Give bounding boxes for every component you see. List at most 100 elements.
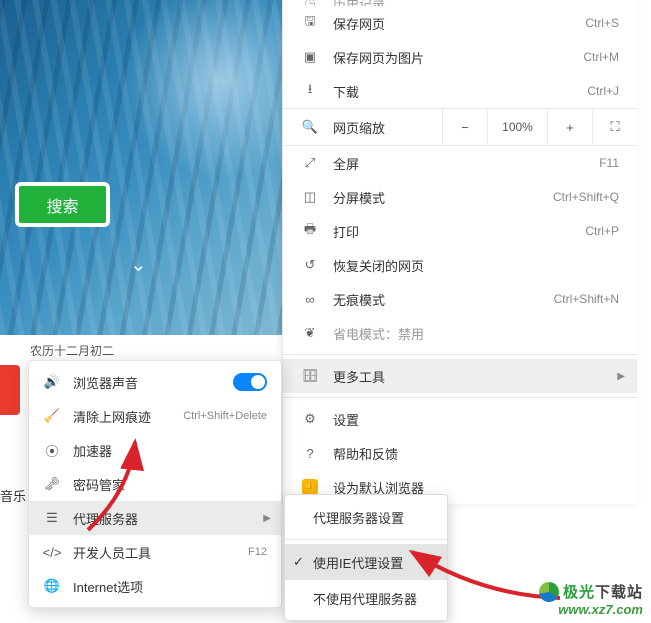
menu-label: 保存网页: [333, 14, 585, 33]
menu-shortcut: Ctrl+M: [583, 50, 619, 64]
menu-label: 恢复关闭的网页: [333, 256, 619, 275]
menu-shortcut: Ctrl+Shift+N: [554, 292, 619, 306]
menu-item-zoom: 🔍 网页缩放 − 100% + ⛶: [283, 108, 637, 146]
menu-shortcut: Ctrl+P: [585, 224, 619, 238]
lunar-date-text: 农历十二月初二: [30, 342, 114, 359]
menu-item-save-page[interactable]: 🖫 保存网页 Ctrl+S: [283, 6, 637, 40]
menu-label: 下载: [333, 82, 587, 101]
globe-icon: 🌐: [43, 578, 61, 594]
watermark-url: www.xz7.com: [539, 602, 643, 617]
tools-item-proxy-server[interactable]: ☰ 代理服务器 ▶: [29, 501, 281, 535]
watermark-logo-icon: [539, 582, 559, 602]
menu-item-more-tools[interactable]: 🗄 更多工具 ▶: [283, 359, 637, 393]
menu-label: 省电模式：禁用: [333, 324, 619, 343]
chevron-down-icon[interactable]: ⌄: [130, 252, 147, 277]
gear-icon: ⚙: [301, 411, 319, 427]
menu-item-incognito[interactable]: ∞ 无痕模式 Ctrl+Shift+N: [283, 282, 637, 316]
menu-label: 代理服务器: [73, 509, 267, 528]
tools-item-password-manager[interactable]: 🗝 密码管家: [29, 467, 281, 501]
chevron-right-icon: ▶: [263, 513, 271, 524]
menu-item-print[interactable]: 🖶 打印 Ctrl+P: [283, 214, 637, 248]
menu-label: 使用IE代理设置: [313, 553, 403, 572]
page-background: 搜索 ⌄: [0, 0, 282, 335]
check-icon: ✓: [293, 554, 304, 570]
red-side-strip: [0, 365, 20, 415]
menu-item-download[interactable]: ⭳ 下载 Ctrl+J: [283, 74, 637, 108]
menu-label: 加速器: [73, 441, 267, 460]
reopen-icon: ↺: [301, 257, 319, 273]
menu-separator: [283, 354, 637, 355]
sidebar-music-label[interactable]: 音乐: [0, 486, 26, 505]
tools-item-browser-sound[interactable]: 🔊 浏览器声音: [29, 365, 281, 399]
menu-label: 网页缩放: [333, 118, 442, 137]
broom-icon: 🧹: [43, 408, 61, 424]
chevron-right-icon: ▶: [617, 371, 625, 382]
menu-item-settings[interactable]: ⚙ 设置: [283, 402, 637, 436]
zoom-out-button[interactable]: −: [442, 108, 487, 146]
menu-label: 更多工具: [333, 367, 619, 386]
image-icon: ▣: [301, 49, 319, 65]
leaf-icon: ❦: [301, 325, 319, 341]
menu-label: 分屏模式: [333, 188, 553, 207]
menu-label: 浏览器声音: [73, 373, 233, 392]
menu-item-fullscreen[interactable]: ⤢ 全屏 F11: [283, 146, 637, 180]
menu-item-split-screen[interactable]: ◫ 分屏模式 Ctrl+Shift+Q: [283, 180, 637, 214]
zoom-fullscreen-icon[interactable]: ⛶: [592, 108, 637, 146]
menu-label: 开发人员工具: [73, 543, 248, 562]
proxy-submenu: 代理服务器设置 ✓ 使用IE代理设置 不使用代理服务器: [284, 494, 448, 621]
menu-label: Internet选项: [73, 577, 267, 596]
menu-item-help[interactable]: ? 帮助和反馈: [283, 436, 637, 470]
zoom-percent: 100%: [487, 108, 547, 146]
briefcase-icon: 🗄: [301, 368, 319, 384]
menu-label: 全屏: [333, 154, 599, 173]
list-icon: ☰: [43, 510, 61, 526]
menu-shortcut: Ctrl+Shift+Delete: [183, 410, 267, 422]
menu-label: 密码管家: [73, 475, 267, 494]
menu-label: 打印: [333, 222, 585, 241]
split-screen-icon: ◫: [301, 189, 319, 205]
key-icon: 🗝: [43, 476, 61, 492]
menu-label: 不使用代理服务器: [313, 589, 417, 608]
menu-label: 保存网页为图片: [333, 48, 583, 67]
menu-label: 清除上网痕迹: [73, 407, 183, 426]
proxy-none-item[interactable]: 不使用代理服务器: [285, 580, 447, 616]
more-tools-menu: 🔊 浏览器声音 🧹 清除上网痕迹 Ctrl+Shift+Delete ⦿ 加速器…: [28, 360, 282, 608]
code-icon: </>: [43, 545, 61, 560]
tools-item-clear-traces[interactable]: 🧹 清除上网痕迹 Ctrl+Shift+Delete: [29, 399, 281, 433]
menu-shortcut: Ctrl+S: [585, 16, 619, 30]
tools-item-accelerator[interactable]: ⦿ 加速器: [29, 433, 281, 467]
browser-main-menu: ◷ 历史记录 🖫 保存网页 Ctrl+S ▣ 保存网页为图片 Ctrl+M ⭳ …: [282, 0, 637, 504]
help-icon: ?: [301, 446, 319, 461]
download-icon: ⭳: [301, 80, 319, 102]
sound-toggle[interactable]: [233, 373, 267, 391]
bg-highlight: [122, 0, 282, 180]
menu-label: 帮助和反馈: [333, 444, 619, 463]
speed-icon: ⦿: [43, 441, 61, 460]
tools-item-dev-tools[interactable]: </> 开发人员工具 F12: [29, 535, 281, 569]
search-button[interactable]: 搜索: [15, 182, 110, 227]
thumbs-up-icon: [301, 479, 319, 495]
menu-separator: [283, 397, 637, 398]
fullscreen-icon: ⤢: [301, 155, 319, 171]
menu-shortcut: Ctrl+J: [587, 84, 619, 98]
menu-label: 无痕模式: [333, 290, 554, 309]
menu-item-power-save[interactable]: ❦ 省电模式：禁用: [283, 316, 637, 350]
watermark: 极光下载站 www.xz7.com: [539, 581, 643, 617]
zoom-icon: 🔍: [301, 119, 319, 135]
menu-item-save-as-image[interactable]: ▣ 保存网页为图片 Ctrl+M: [283, 40, 637, 74]
zoom-in-button[interactable]: +: [547, 108, 592, 146]
menu-item-reopen-closed[interactable]: ↺ 恢复关闭的网页: [283, 248, 637, 282]
incognito-icon: ∞: [301, 292, 319, 307]
proxy-use-ie-item[interactable]: ✓ 使用IE代理设置: [285, 544, 447, 580]
tools-item-internet-options[interactable]: 🌐 Internet选项: [29, 569, 281, 603]
menu-label: 代理服务器设置: [313, 508, 404, 527]
proxy-settings-item[interactable]: 代理服务器设置: [285, 499, 447, 535]
menu-shortcut: Ctrl+Shift+Q: [553, 190, 619, 204]
sound-icon: 🔊: [43, 374, 61, 390]
menu-shortcut: F11: [599, 156, 619, 170]
search-button-label: 搜索: [46, 193, 78, 217]
print-icon: 🖶: [301, 220, 319, 242]
menu-separator: [285, 539, 447, 540]
menu-shortcut: F12: [248, 546, 267, 558]
save-page-icon: 🖫: [301, 12, 319, 34]
